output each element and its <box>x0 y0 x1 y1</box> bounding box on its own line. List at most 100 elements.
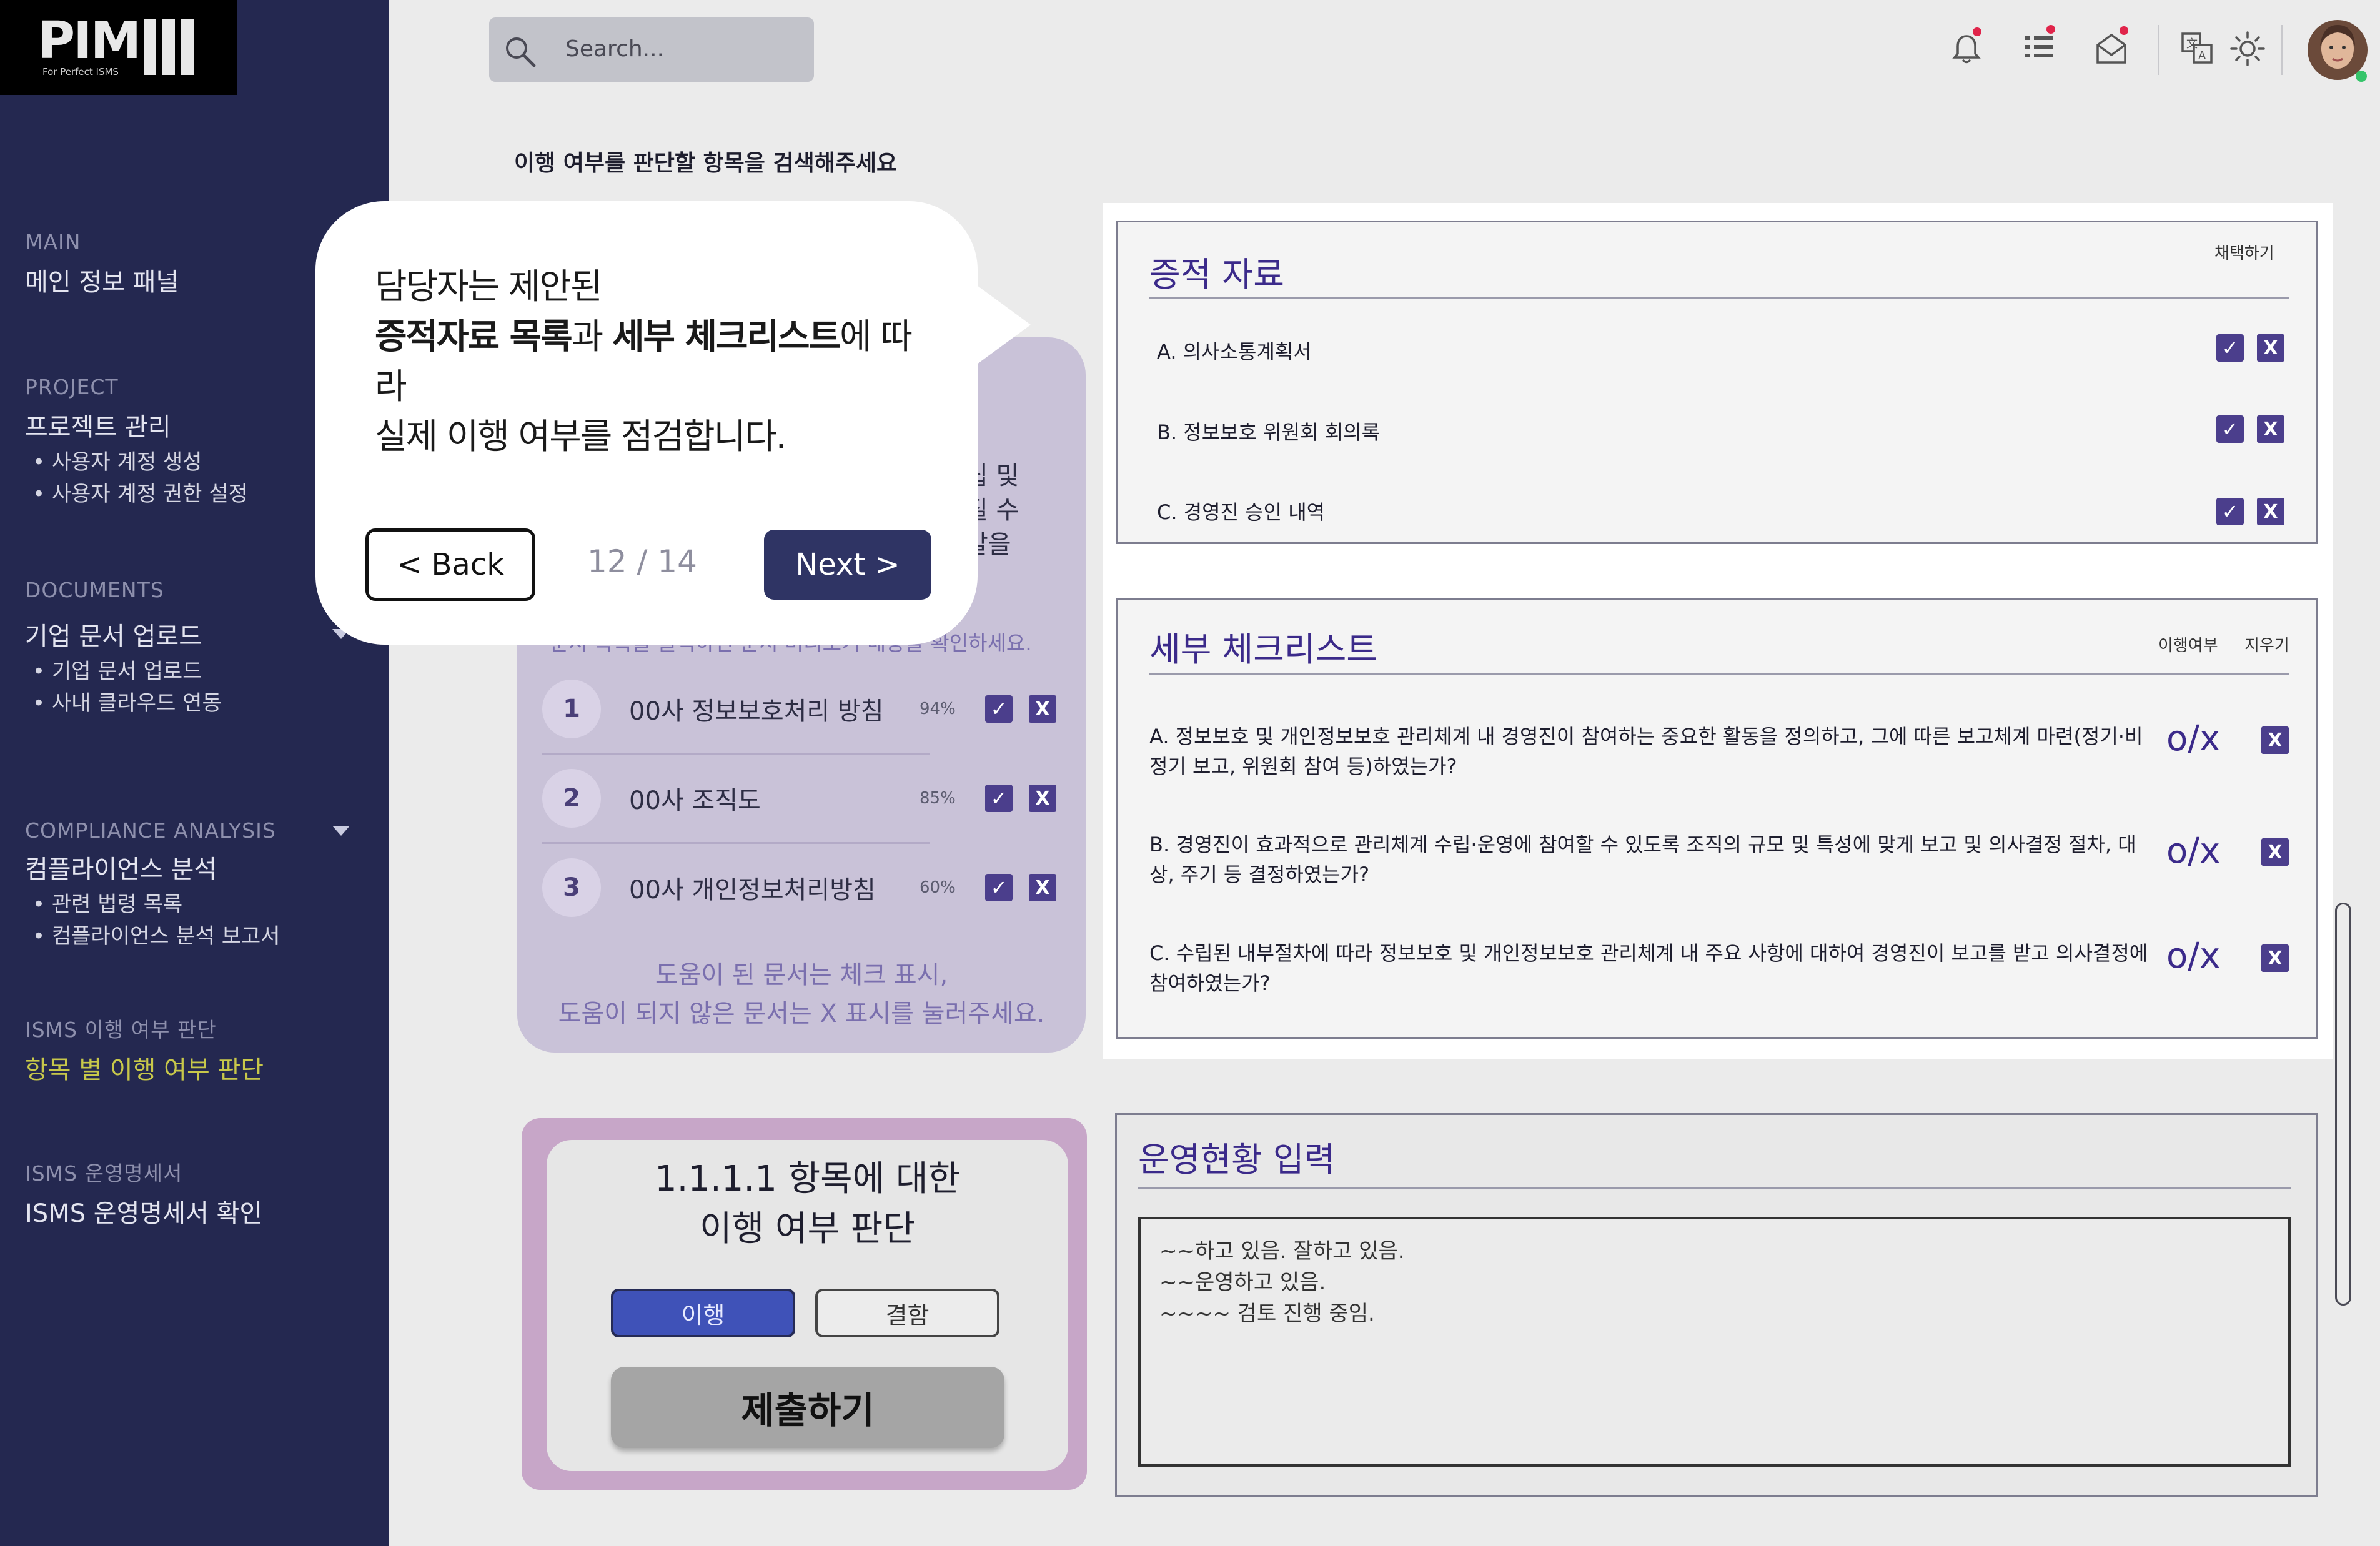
header-divider <box>2281 25 2283 75</box>
bell-icon[interactable] <box>1948 30 1985 67</box>
chevron-down-icon[interactable] <box>332 825 350 836</box>
nav-section-project: PROJECT 프로젝트 관리 사용자 계정 생성 사용자 계정 권한 설정 <box>25 375 248 510</box>
fail-option-button[interactable]: 결함 <box>815 1289 999 1337</box>
evidence-title: 증적 자료 <box>1149 255 1284 294</box>
doc-panel-instructions: 도움이 된 문서는 체크 표시, 도움이 되지 않은 문서는 X 표시를 눌러주… <box>558 961 1045 1028</box>
close-icon[interactable]: X <box>2257 415 2284 443</box>
pass-option-button[interactable]: 이행 <box>611 1289 795 1337</box>
list-item[interactable]: 1 00사 정보보호처리 방침 94% ✓ X <box>542 665 1067 753</box>
popup-pointer <box>937 256 1031 394</box>
checklist-item: A. 정보보호 및 개인정보보호 관리체계 내 경영진이 참여하는 중요한 활동… <box>1149 725 2143 778</box>
close-icon[interactable]: X <box>1029 695 1056 723</box>
evidence-item[interactable]: B. 정보보호 위원회 회의록 <box>1157 417 1380 445</box>
doc-match-percent: 94% <box>920 700 956 718</box>
nav-item-documents[interactable]: 기업 문서 업로드 <box>25 616 202 652</box>
tutorial-text: 담당자는 제안된 증적자료 목록과 세부 체크리스트에 따라 실제 이행 여부를… <box>375 267 913 457</box>
tutorial-page-indicator: 12 / 14 <box>587 543 697 580</box>
svg-text:文: 文 <box>2186 37 2198 51</box>
nav-section-label: DOCUMENTS <box>25 578 164 602</box>
svg-text:A: A <box>2198 49 2206 62</box>
close-icon[interactable]: X <box>2257 498 2284 525</box>
ops-title: 운영현황 입력 <box>1138 1140 1336 1179</box>
list-item[interactable]: 2 00사 조직도 85% ✓ X <box>542 755 1067 842</box>
doc-number: 1 <box>542 680 601 738</box>
nav-item-project[interactable]: 프로젝트 관리 <box>25 407 248 443</box>
doc-name[interactable]: 00사 정보보호처리 방침 <box>629 691 920 727</box>
doc-number: 2 <box>542 769 601 828</box>
nav-section-isms-spec: ISMS 운영명세서 ISMS 운영명세서 확인 <box>25 1157 262 1229</box>
nav-section-isms-judge: ISMS 이행 여부 판단 항목 별 이행 여부 판단 <box>25 1013 264 1086</box>
check-icon[interactable]: ✓ <box>985 785 1013 812</box>
logo-tagline: For Perfect ISMS <box>42 66 119 77</box>
list-item[interactable]: 3 00사 개인정보처리방침 60% ✓ X <box>542 844 1067 931</box>
page-title: 이행 여부를 판단할 항목을 검색해주세요 <box>514 151 898 176</box>
nav-item-compliance[interactable]: 컴플라이언스 분석 <box>25 849 350 885</box>
check-icon[interactable]: ✓ <box>2216 415 2244 443</box>
status-toggle[interactable]: o/x <box>2166 718 2220 759</box>
nav-section-documents: DOCUMENTS 기업 문서 업로드 기업 문서 업로드 사내 클라우드 연동 <box>25 578 350 720</box>
nav-section-compliance: COMPLIANCE ANALYSIS 컴플라이언스 분석 관련 법령 목록 컴… <box>25 818 350 953</box>
close-icon[interactable]: X <box>1029 785 1056 812</box>
status-toggle[interactable]: o/x <box>2166 831 2220 871</box>
nav-subitem-create-account[interactable]: 사용자 계정 생성 <box>32 447 248 478</box>
back-button[interactable]: < Back <box>365 528 535 601</box>
sun-icon[interactable] <box>2229 30 2266 67</box>
list-icon[interactable] <box>2020 30 2058 67</box>
nav-section-label: MAIN <box>25 230 81 254</box>
nav-subitem-laws[interactable]: 관련 법령 목록 <box>32 889 350 921</box>
decision-title: 1.1.1.1 항목에 대한 이행 여부 판단 <box>654 1159 961 1249</box>
nav-subitem-cloud[interactable]: 사내 클라우드 연동 <box>32 688 350 720</box>
notification-dot <box>2046 25 2055 34</box>
header-divider <box>2158 25 2159 75</box>
delete-column-label: 지우기 <box>2244 637 2289 655</box>
notification-dot <box>2120 26 2128 35</box>
search-icon <box>506 37 536 67</box>
logo-bars <box>144 19 194 75</box>
nav-section-label: ISMS 이행 여부 판단 <box>25 1018 217 1042</box>
doc-name[interactable]: 00사 개인정보처리방침 <box>629 870 920 906</box>
checklist-item: C. 수립된 내부절차에 따라 정보보호 및 개인정보보호 관리체계 내 주요 … <box>1149 941 2148 995</box>
avatar[interactable] <box>2306 17 2369 86</box>
nav-subitem-account-permissions[interactable]: 사용자 계정 권한 설정 <box>32 478 248 510</box>
ops-textarea[interactable]: ~~하고 있음. 잘하고 있음. ~~운영하고 있음. ~~~~ 검토 진행 중… <box>1138 1217 2291 1467</box>
check-icon[interactable]: ✓ <box>985 874 1013 901</box>
nav-section-main: MAIN 메인 정보 패널 <box>25 230 179 298</box>
doc-match-percent: 60% <box>920 878 956 897</box>
scrollbar[interactable] <box>2335 903 2351 1306</box>
search-input[interactable]: Search... <box>565 36 664 62</box>
doc-name[interactable]: 00사 조직도 <box>629 780 920 816</box>
nav-section-label: COMPLIANCE ANALYSIS <box>25 818 276 843</box>
document-list: 1 00사 정보보호처리 방침 94% ✓ X 2 00사 조직도 85% ✓ … <box>542 665 1067 931</box>
close-icon[interactable]: X <box>2261 838 2289 866</box>
notification-dot <box>1973 27 1981 36</box>
close-icon[interactable]: X <box>2261 726 2289 754</box>
nav-item-isms-spec[interactable]: ISMS 운영명세서 확인 <box>25 1193 262 1229</box>
nav-section-label: PROJECT <box>25 375 119 399</box>
nav-subitem-report[interactable]: 컴플라이언스 분석 보고서 <box>32 921 350 953</box>
status-toggle[interactable]: o/x <box>2166 936 2220 976</box>
translate-icon[interactable]: 文 A <box>2179 30 2216 67</box>
check-icon[interactable]: ✓ <box>2216 334 2244 362</box>
close-icon[interactable]: X <box>1029 874 1056 901</box>
submit-button[interactable]: 제출하기 <box>611 1367 1004 1448</box>
evidence-card <box>1116 221 2318 544</box>
doc-match-percent: 85% <box>920 789 956 808</box>
evidence-item[interactable]: C. 경영진 승인 내역 <box>1157 497 1325 525</box>
checklist-title: 세부 체크리스트 <box>1149 630 1377 669</box>
check-icon[interactable]: ✓ <box>985 695 1013 723</box>
nav-subitem-upload[interactable]: 기업 문서 업로드 <box>32 656 350 688</box>
nav-item-main-panel[interactable]: 메인 정보 패널 <box>25 262 179 298</box>
mail-icon[interactable] <box>2093 30 2130 67</box>
nav-item-isms-judge-active[interactable]: 항목 별 이행 여부 판단 <box>25 1049 264 1086</box>
evidence-item[interactable]: A. 의사소통계획서 <box>1157 336 1312 365</box>
next-button[interactable]: Next > <box>764 530 931 600</box>
adopt-column-label: 채택하기 <box>2214 244 2274 263</box>
close-icon[interactable]: X <box>2257 334 2284 362</box>
status-column-label: 이행여부 <box>2158 637 2218 655</box>
check-icon[interactable]: ✓ <box>2216 498 2244 525</box>
nav-section-label: ISMS 운영명세서 <box>25 1161 183 1186</box>
logo[interactable]: PIM For Perfect ISMS <box>0 0 237 95</box>
close-icon[interactable]: X <box>2261 944 2289 972</box>
logo-text: PIM <box>37 11 141 71</box>
divider <box>1138 1187 2291 1189</box>
